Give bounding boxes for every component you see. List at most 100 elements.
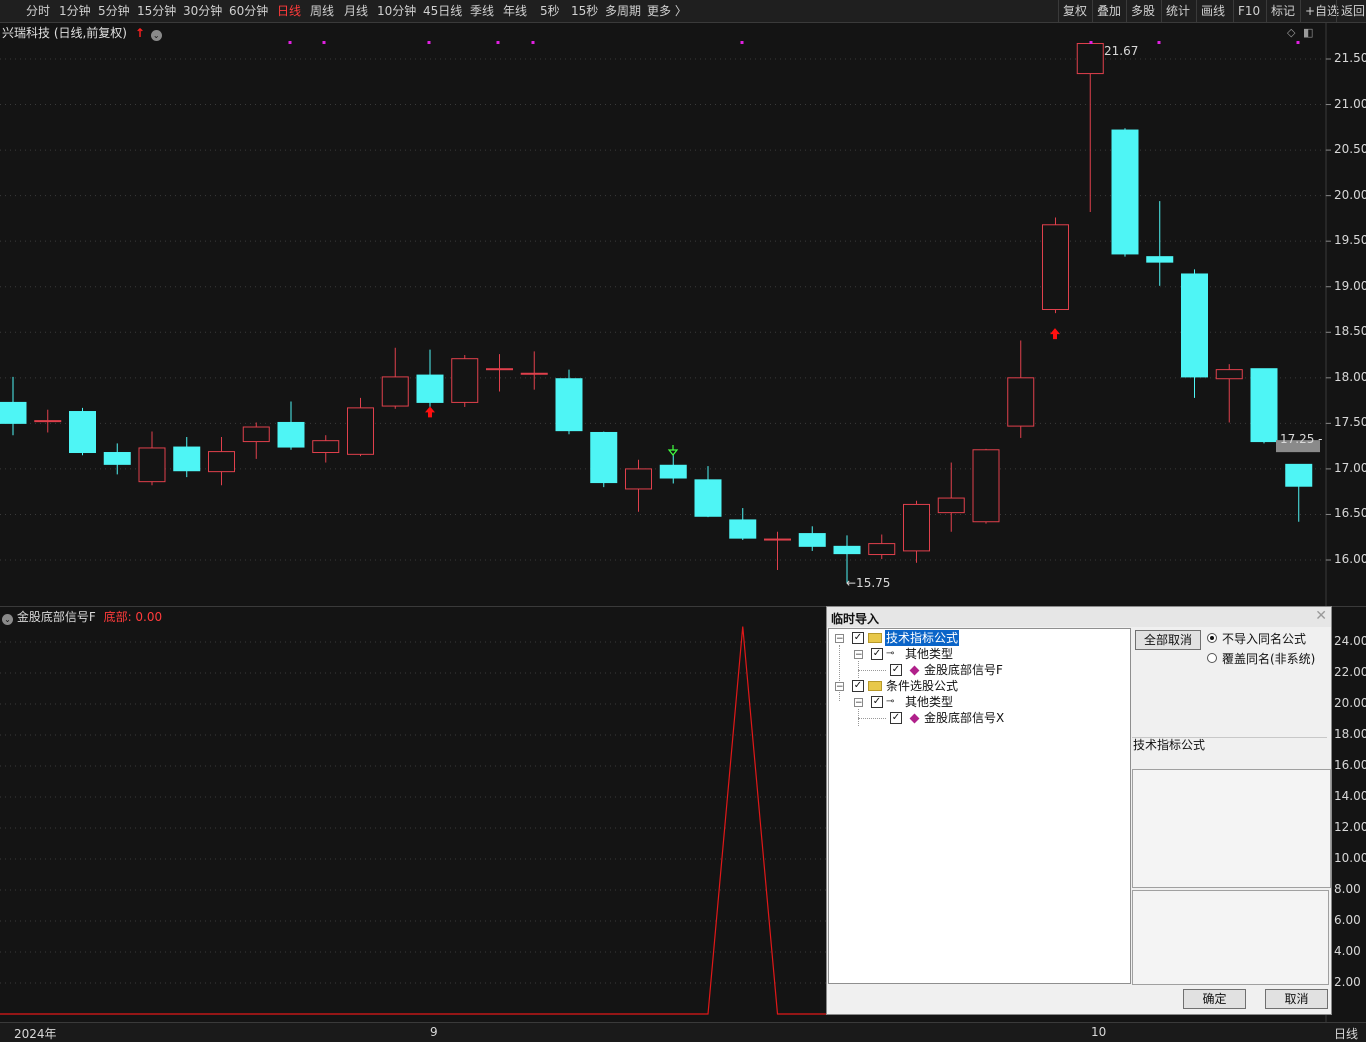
indicator-tick-label: 8.00 — [1334, 882, 1361, 896]
signal-dot-2 — [427, 41, 431, 44]
cancel-all-button[interactable]: 全部取消 — [1135, 630, 1201, 650]
checkbox-checked[interactable]: ✓ — [852, 680, 864, 692]
signal-dot-1 — [322, 41, 326, 44]
tree-node-other-type-1[interactable]: − ✓ ⊸ 其他类型 — [829, 646, 1129, 662]
info-header-box — [1132, 737, 1327, 766]
candle-body-31 — [1076, 43, 1104, 75]
candle-body-5 — [173, 446, 201, 472]
candle-body-13 — [451, 358, 479, 403]
radio-label-skip-duplicates[interactable]: 不导入同名公式 — [1222, 630, 1306, 647]
indicator-status: 底部: 0.00 — [103, 610, 163, 624]
candle-body-25 — [868, 543, 896, 556]
price-tick-label: 17.00 — [1334, 460, 1366, 475]
date-axis: 2024年 9 10 日线 — [0, 1022, 1366, 1042]
tree-node-formula-x[interactable]: ✓ 金股底部信号X — [829, 710, 1129, 726]
indicator-tick-label: 10.00 — [1334, 851, 1366, 865]
checkbox-checked[interactable]: ✓ — [852, 632, 864, 644]
candle-body-11 — [381, 376, 409, 407]
red-up-arrow-icon — [1050, 328, 1060, 340]
red-up-arrow-icon — [425, 406, 435, 418]
indicator-tick-label: 24.00 — [1334, 634, 1366, 648]
collapse-icon[interactable]: − — [835, 682, 844, 692]
collapse-icon[interactable]: − — [854, 650, 863, 660]
formula-tree: − ✓ 技术指标公式 − ✓ ⊸ 其他类型 ✓ 金股底部信号F − ✓ 条件选股… — [828, 628, 1131, 984]
candle-body-26 — [903, 503, 930, 552]
checkbox-checked[interactable]: ✓ — [871, 696, 883, 708]
candle-body-28 — [972, 449, 1000, 523]
tree-node-screening-formulas[interactable]: − ✓ 条件选股公式 — [829, 678, 1129, 694]
indicator-name: 金股底部信号F — [16, 610, 96, 624]
candle-body-23 — [798, 533, 826, 547]
price-tick-label: 21.00 — [1334, 96, 1366, 111]
tree-label: 技术指标公式 — [883, 629, 961, 647]
candle-body-35 — [1215, 369, 1243, 380]
collapse-icon[interactable]: − — [835, 634, 844, 644]
tree-node-other-type-2[interactable]: − ✓ ⊸ 其他类型 — [829, 694, 1129, 710]
signal-dot-3 — [496, 41, 500, 44]
key-icon: ⊸ — [886, 648, 895, 659]
collapse-icon[interactable]: − — [854, 698, 863, 708]
indicator-tick-label: 6.00 — [1334, 913, 1361, 927]
x-label-september: 9 — [430, 1025, 438, 1039]
preview-box — [1132, 890, 1329, 985]
candle-body-21 — [729, 519, 757, 539]
signal-dot-0 — [288, 41, 292, 44]
candle-body-20 — [694, 479, 722, 517]
price-tick-label: 17.50 — [1334, 415, 1366, 430]
dialog-titlebar[interactable]: 临时导入 ✕ — [827, 607, 1331, 627]
close-icon[interactable]: ✕ — [1315, 608, 1327, 624]
candle-body-7 — [242, 426, 270, 443]
candle-body-4 — [138, 447, 166, 483]
tree-node-indicator-formulas[interactable]: − ✓ 技术指标公式 — [829, 629, 1129, 647]
indicator-tick-label: 12.00 — [1334, 820, 1366, 834]
candle-body-30 — [1042, 224, 1069, 311]
tree-label: 金股底部信号X — [924, 711, 1005, 725]
price-tick-label: 19.50 — [1334, 233, 1366, 248]
checkbox-checked[interactable]: ✓ — [871, 648, 883, 660]
tree-label: 金股底部信号F — [924, 663, 1003, 677]
candle-body-24 — [833, 545, 861, 555]
indicator-dropdown-icon[interactable]: ⌄ — [2, 614, 13, 625]
candle-body-2 — [69, 411, 96, 454]
indicator-tick-label: 20.00 — [1334, 696, 1366, 710]
x-label-period: 日线 — [1334, 1027, 1359, 1041]
indicator-tick-label: 2.00 — [1334, 975, 1361, 989]
candle-body-18 — [625, 468, 652, 490]
current-price-label: 17.25 - — [1280, 432, 1323, 446]
price-tick-label: 18.50 — [1334, 324, 1366, 339]
formula-gem-icon — [909, 665, 920, 676]
formula-gem-icon — [909, 713, 920, 724]
price-tick-label: 20.00 — [1334, 187, 1366, 202]
x-label-year: 2024年 — [14, 1027, 57, 1041]
candle-body-1 — [34, 420, 62, 423]
price-tick-label: 16.50 — [1334, 506, 1366, 521]
radio-label-overwrite[interactable]: 覆盖同名(非系统) — [1222, 650, 1315, 667]
candle-body-33 — [1146, 256, 1174, 263]
indicator-tick-label: 18.00 — [1334, 727, 1366, 741]
candle-body-16 — [555, 378, 583, 432]
ok-button[interactable]: 确定 — [1183, 989, 1246, 1009]
tree-node-formula-f[interactable]: ✓ 金股底部信号F — [829, 662, 1129, 678]
signal-dot-5 — [740, 41, 744, 44]
folder-icon — [868, 681, 882, 691]
price-tick-label: 18.00 — [1334, 369, 1366, 384]
checkbox-checked[interactable]: ✓ — [890, 664, 902, 676]
checkbox-checked[interactable]: ✓ — [890, 712, 902, 724]
price-tick-label: 20.50 — [1334, 142, 1366, 157]
key-icon: ⊸ — [886, 696, 895, 707]
radio-overwrite[interactable] — [1207, 653, 1217, 663]
tree-label: 其他类型 — [905, 695, 954, 709]
candle-body-14 — [486, 368, 513, 371]
signal-dot-6 — [1089, 41, 1093, 44]
candle-body-29 — [1007, 377, 1035, 427]
import-dialog: 临时导入 ✕ − ✓ 技术指标公式 − ✓ ⊸ 其他类型 ✓ 金股底部信号F −… — [826, 606, 1332, 1015]
indicator-tick-label: 4.00 — [1334, 944, 1361, 958]
description-box — [1132, 769, 1331, 888]
candle-body-17 — [590, 431, 618, 484]
cancel-button[interactable]: 取消 — [1265, 989, 1328, 1009]
candle-body-3 — [103, 452, 131, 465]
candle-body-37 — [1285, 463, 1313, 487]
radio-skip-duplicates[interactable] — [1207, 633, 1217, 643]
candle-body-6 — [208, 451, 235, 473]
candle-body-0 — [0, 401, 27, 424]
